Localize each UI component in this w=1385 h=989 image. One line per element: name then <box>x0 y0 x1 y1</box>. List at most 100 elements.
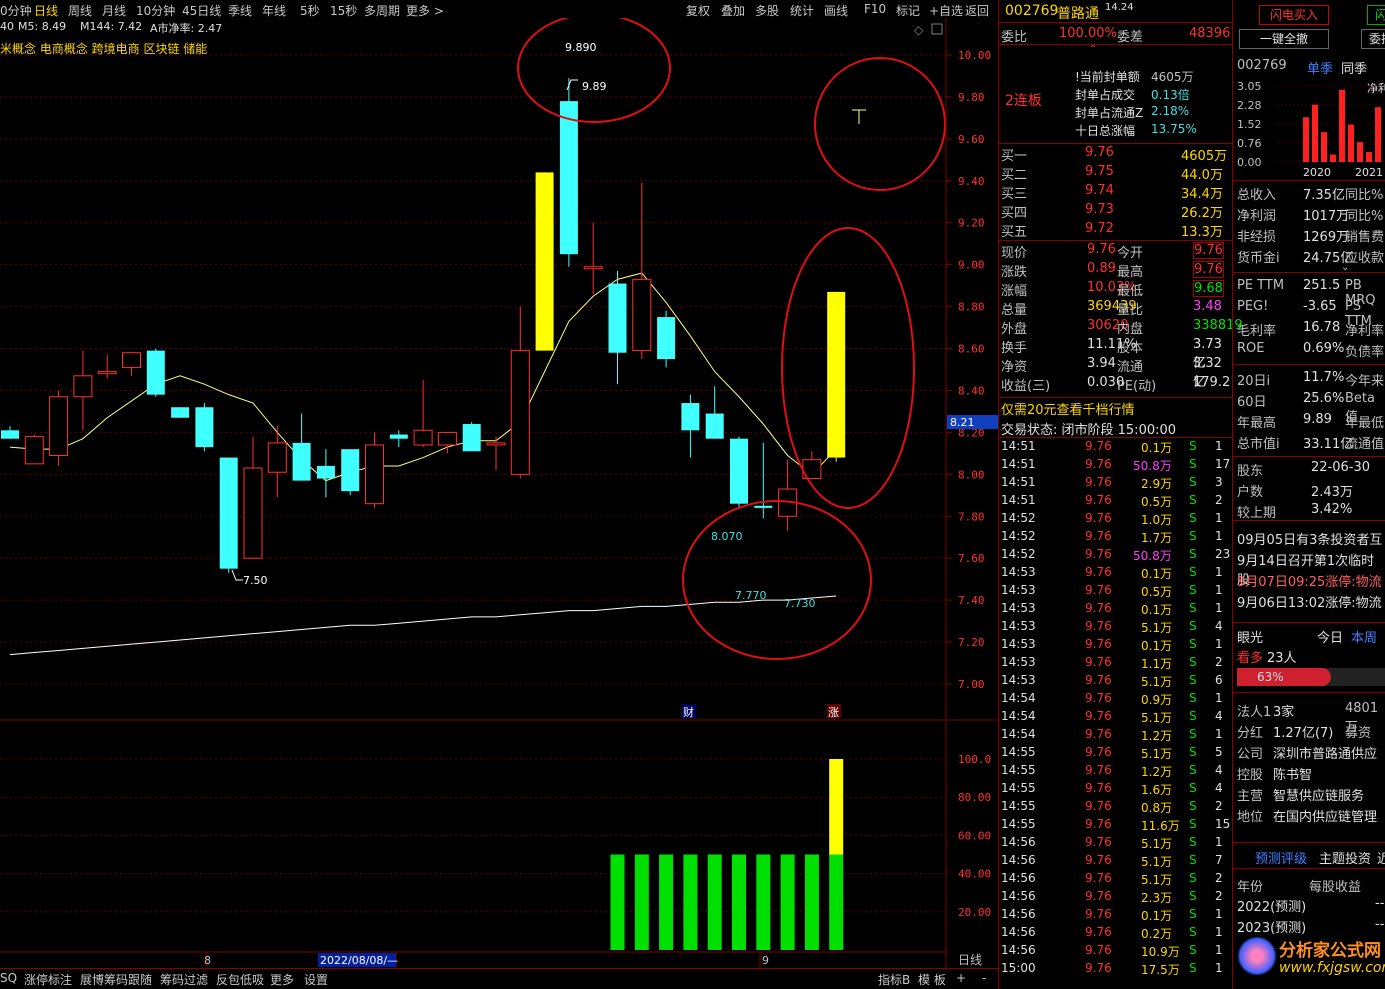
forecast-year-head: 年份 <box>1237 880 1264 895</box>
tool-button-4[interactable]: 画线 <box>824 2 848 19</box>
candle-34[interactable] <box>827 291 846 458</box>
tab-rating[interactable]: 预测评级 <box>1255 848 1307 867</box>
event-up-marker[interactable]: 涨 <box>828 706 839 719</box>
bid-price-3[interactable]: 9.73 <box>1085 202 1114 217</box>
period-tab-0[interactable]: 0分钟 <box>0 2 32 19</box>
annotation-circle-empty <box>814 57 946 191</box>
bottom-control-1[interactable]: 模 板 <box>918 971 946 988</box>
candle-19[interactable] <box>462 424 481 452</box>
indicator-tab-5[interactable]: 更多 <box>270 971 294 988</box>
candle-30[interactable] <box>730 438 748 504</box>
candle-2[interactable] <box>49 396 69 456</box>
indicator-tab-3[interactable]: 筹码过滤 <box>160 971 208 988</box>
tab-same-quarter[interactable]: 同季 <box>1341 58 1367 77</box>
rows1-label-2: 非经损 <box>1237 230 1277 245</box>
tab-theme[interactable]: 主题投资 <box>1319 848 1371 867</box>
fin-y-tick: 0.76 <box>1237 137 1262 150</box>
flash-buy-button[interactable]: 闪电买入 <box>1259 5 1329 25</box>
candle-28[interactable] <box>681 403 700 431</box>
candle-21[interactable] <box>510 350 530 475</box>
ma144-value: M144: 7.42 <box>80 20 143 33</box>
candle-20[interactable] <box>486 442 506 446</box>
tool-button-7[interactable]: +自选 <box>929 2 963 19</box>
candle-27[interactable] <box>657 317 676 360</box>
candle-5[interactable] <box>122 352 141 368</box>
candle-16[interactable] <box>389 434 408 439</box>
tick-side-6: S <box>1189 547 1197 561</box>
tick-price-24: 9.76 <box>1085 871 1112 885</box>
candle-10[interactable] <box>243 467 263 559</box>
candle-15[interactable] <box>365 444 384 505</box>
bottom-control-0[interactable]: 指标B <box>878 971 910 988</box>
chevron-up-icon[interactable]: ⌃ <box>1089 44 1097 55</box>
candle-3[interactable] <box>73 375 93 398</box>
period-tab-1[interactable]: 日线 <box>34 2 58 19</box>
tool-button-1[interactable]: 叠加 <box>721 2 745 19</box>
tab-week[interactable]: 本周 <box>1351 627 1377 646</box>
promo-link[interactable]: 仅需20元查看千档行情 <box>1001 399 1235 418</box>
indicator-tab-1[interactable]: 涨停标注 <box>24 971 72 988</box>
period-tab-11[interactable]: 更多 > <box>406 2 444 19</box>
candle-0[interactable] <box>1 430 19 439</box>
order-button[interactable]: 委托 <box>1361 29 1385 49</box>
period-tab-8[interactable]: 5秒 <box>300 2 320 19</box>
candle-17[interactable] <box>413 429 433 446</box>
indicator-tab-0[interactable]: SQ <box>0 971 17 985</box>
tab-quarterly[interactable]: 单季 <box>1307 58 1333 77</box>
bid-price-0[interactable]: 9.76 <box>1085 145 1114 160</box>
candle-25[interactable] <box>608 283 627 353</box>
period-tab-6[interactable]: 季线 <box>228 2 252 19</box>
high-mark: 9.89 <box>582 80 607 93</box>
candle-22[interactable] <box>535 172 554 351</box>
ma144-path <box>9 595 837 656</box>
candle-24[interactable] <box>583 266 603 270</box>
period-tab-5[interactable]: 45日线 <box>182 2 221 19</box>
candle-7[interactable] <box>171 407 190 418</box>
tool-button-0[interactable]: 复权 <box>686 2 710 19</box>
indicator-tab-2[interactable]: 展博筹码跟随 <box>80 971 152 988</box>
indicator-tab-6[interactable]: 设置 <box>304 971 328 988</box>
period-tab-2[interactable]: 周线 <box>68 2 92 19</box>
period-tab-4[interactable]: 10分钟 <box>136 2 175 19</box>
tab-more[interactable]: 近 <box>1377 848 1385 867</box>
candle-6[interactable] <box>146 350 165 395</box>
tool-button-2[interactable]: 多股 <box>755 2 779 19</box>
candle-12[interactable] <box>292 442 311 481</box>
candle-29[interactable] <box>705 413 724 439</box>
tool-button-6[interactable]: 标记 <box>896 2 920 19</box>
candle-23[interactable] <box>559 101 578 255</box>
candle-13[interactable] <box>316 465 335 479</box>
indicator-tab-4[interactable]: 反包低吸 <box>216 971 264 988</box>
bid-price-4[interactable]: 9.72 <box>1085 221 1114 236</box>
candle-8[interactable] <box>195 407 214 448</box>
event-fin-marker[interactable]: 财 <box>683 705 694 719</box>
tick-time-10: 14:53 <box>1001 619 1036 633</box>
bid-price-1[interactable]: 9.75 <box>1085 164 1114 179</box>
news-item-3[interactable]: 9月06日13:02涨停:物流 <box>1237 592 1382 611</box>
candle-31[interactable] <box>754 505 773 508</box>
candle-11[interactable] <box>267 442 287 473</box>
news-item-0[interactable]: 09月05日有3条投资者互 <box>1237 529 1382 548</box>
period-tab-9[interactable]: 15秒 <box>330 2 357 19</box>
period-tab-7[interactable]: 年线 <box>262 2 286 19</box>
tool-button-8[interactable]: 返回 <box>965 2 989 19</box>
candle-1[interactable] <box>24 436 44 465</box>
news-item-2[interactable]: 9月07日09:25涨停:物流 <box>1237 571 1382 590</box>
cancel-all-button[interactable]: 一键全撤 <box>1239 29 1329 49</box>
tool-button-5[interactable]: F10 <box>864 2 886 16</box>
period-tab-10[interactable]: 多周期 <box>364 2 400 19</box>
tab-today[interactable]: 今日 <box>1317 627 1343 646</box>
kline-chart[interactable]: 10.00 9.80 9.60 9.40 9.20 9.00 8.80 8.60 8.40 8.2… <box>0 0 998 968</box>
candle-14[interactable] <box>341 449 360 492</box>
bid-price-2[interactable]: 9.74 <box>1085 183 1114 198</box>
candle-4[interactable] <box>97 371 117 375</box>
bottom-control-2[interactable]: + <box>956 971 966 985</box>
flash-sell-button[interactable]: 闪电 <box>1367 5 1385 25</box>
candle-26[interactable] <box>632 278 652 352</box>
tool-button-3[interactable]: 统计 <box>790 2 814 19</box>
period-tab-3[interactable]: 月线 <box>102 2 126 19</box>
candle-18[interactable] <box>437 431 457 446</box>
candle-9[interactable] <box>219 457 238 569</box>
bid-volume-3: 26.2万 <box>1181 206 1223 221</box>
bottom-control-3[interactable]: - <box>982 971 986 985</box>
